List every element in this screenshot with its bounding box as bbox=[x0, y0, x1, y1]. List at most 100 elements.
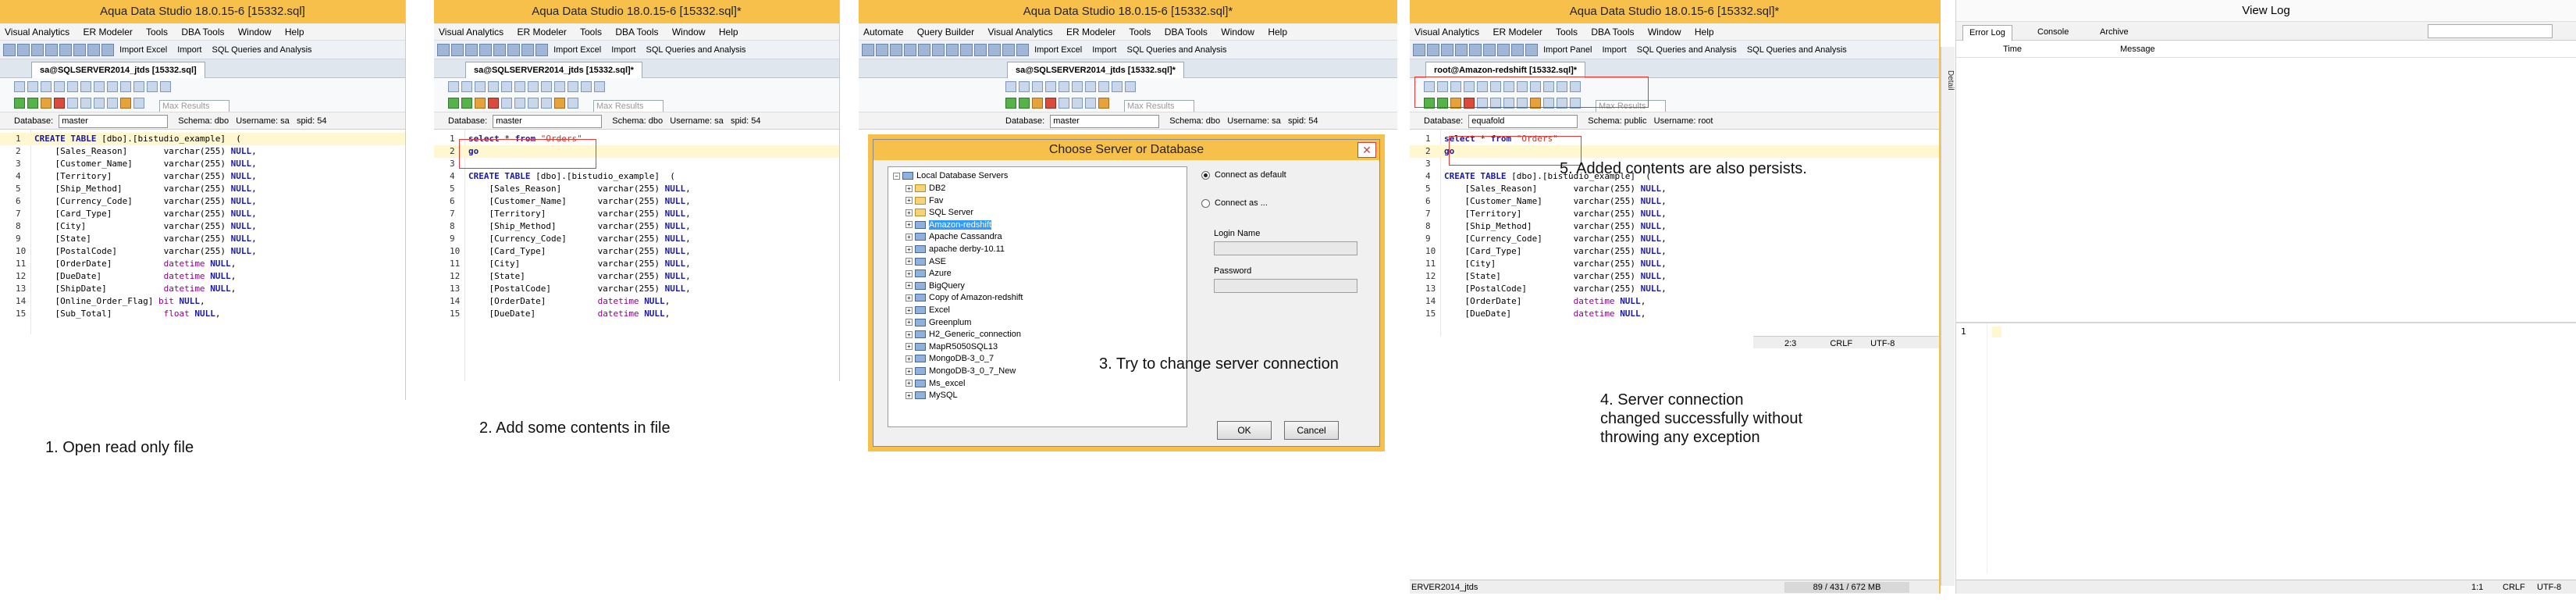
import-button[interactable]: Import bbox=[1092, 41, 1116, 59]
menu-window[interactable]: Window bbox=[672, 27, 706, 37]
toolbar-icon[interactable] bbox=[14, 81, 25, 92]
toolbar-icon[interactable] bbox=[594, 81, 605, 92]
toolbar-icon[interactable] bbox=[554, 98, 565, 109]
expand-icon[interactable]: + bbox=[906, 184, 913, 192]
toolbar-icon[interactable] bbox=[1413, 44, 1425, 56]
toolbar-icon[interactable] bbox=[1005, 81, 1016, 92]
tree-item-server[interactable]: + DB2 bbox=[906, 183, 945, 194]
expand-icon[interactable]: + bbox=[906, 367, 913, 375]
toolbar-icon[interactable] bbox=[554, 81, 565, 92]
code-line[interactable]: [Territory] varchar(255) NULL, bbox=[34, 170, 405, 183]
toolbar-icon[interactable] bbox=[1511, 44, 1524, 56]
toolbar-icon[interactable] bbox=[1098, 98, 1109, 109]
max-results-input[interactable]: Max Results bbox=[159, 99, 229, 112]
menu-help[interactable]: Help bbox=[1695, 27, 1714, 37]
code-line[interactable]: [Sales_Reason] varchar(255) NULL, bbox=[468, 183, 839, 195]
menu-visual-analytics[interactable]: Visual Analytics bbox=[987, 27, 1052, 37]
toolbar-icon[interactable] bbox=[437, 44, 450, 56]
toolbar-icon[interactable] bbox=[45, 44, 58, 56]
toolbar-icon[interactable] bbox=[488, 81, 499, 92]
toolbar-icon[interactable] bbox=[1483, 44, 1496, 56]
code-line[interactable]: [Territory] varchar(255) NULL, bbox=[468, 208, 839, 220]
toolbar-icon[interactable] bbox=[465, 44, 478, 56]
expand-icon[interactable]: + bbox=[906, 343, 913, 351]
max-results-input[interactable]: Max Results bbox=[593, 99, 664, 112]
toolbar-icon[interactable] bbox=[1441, 44, 1453, 56]
toolbar-icon[interactable] bbox=[1098, 81, 1109, 92]
menu-automate[interactable]: Automate bbox=[863, 27, 903, 37]
execute-icon[interactable] bbox=[14, 98, 25, 109]
tree-item-server[interactable]: + MySQL bbox=[906, 390, 958, 401]
toolbar-icon[interactable] bbox=[73, 44, 86, 56]
code-line[interactable]: [Currency_Code] varchar(255) NULL, bbox=[34, 195, 405, 208]
code-line[interactable]: [Online_Order_Flag] bit NULL, bbox=[34, 295, 405, 308]
tree-item-server[interactable]: + Ms_excel bbox=[906, 378, 965, 389]
toolbar-icon[interactable] bbox=[514, 98, 525, 109]
code-line[interactable]: [ShipDate] datetime NULL, bbox=[34, 283, 405, 295]
import-excel-button[interactable]: Import Excel bbox=[119, 41, 167, 59]
code-line[interactable]: [City] varchar(255) NULL, bbox=[1444, 258, 1939, 270]
toolbar-icon[interactable] bbox=[521, 44, 534, 56]
toolbar-icon[interactable] bbox=[1427, 44, 1439, 56]
toolbar-icon[interactable] bbox=[461, 81, 472, 92]
toolbar-icon[interactable] bbox=[1112, 81, 1123, 92]
toolbar-icon[interactable] bbox=[451, 44, 464, 56]
menu-tools[interactable]: Tools bbox=[580, 27, 602, 37]
code-line[interactable]: [Territory] varchar(255) NULL, bbox=[1444, 208, 1939, 220]
tree-item-server[interactable]: + MongoDB-3_0_7_New bbox=[906, 366, 1016, 376]
sql-queries-analysis-button[interactable]: SQL Queries and Analysis bbox=[1637, 41, 1737, 59]
toolbar-icon[interactable] bbox=[3, 44, 16, 56]
menu-tools[interactable]: Tools bbox=[1556, 27, 1578, 37]
tree-item-server[interactable]: + apache derby-10.11 bbox=[906, 244, 1005, 255]
tree-item-server[interactable]: + H2_Generic_connection bbox=[906, 329, 1021, 340]
code-line[interactable]: [Card_Type] varchar(255) NULL, bbox=[34, 208, 405, 220]
menu-dba-tools[interactable]: DBA Tools bbox=[1591, 27, 1634, 37]
toolbar-icon[interactable] bbox=[67, 98, 78, 109]
toolbar-icon[interactable] bbox=[80, 98, 91, 109]
code-line[interactable]: [State] varchar(255) NULL, bbox=[468, 270, 839, 283]
code-line[interactable]: [State] varchar(255) NULL, bbox=[34, 233, 405, 245]
code-line[interactable]: [OrderDate] datetime NULL, bbox=[1444, 295, 1939, 308]
toolbar-icon[interactable] bbox=[107, 81, 118, 92]
menu-dba-tools[interactable]: DBA Tools bbox=[181, 27, 224, 37]
column-time[interactable]: Time bbox=[2003, 41, 2022, 58]
toolbar-icon[interactable] bbox=[1016, 44, 1029, 56]
sql-queries-analysis-button[interactable]: SQL Queries and Analysis bbox=[1127, 41, 1227, 59]
execute-icon[interactable] bbox=[1019, 98, 1030, 109]
menu-er-modeler[interactable]: ER Modeler bbox=[518, 27, 567, 37]
menu-window[interactable]: Window bbox=[238, 27, 272, 37]
code-line[interactable]: [Card_Type] varchar(255) NULL, bbox=[468, 245, 839, 258]
toolbar-icon[interactable] bbox=[876, 44, 888, 56]
menu-er-modeler[interactable]: ER Modeler bbox=[84, 27, 133, 37]
cancel-button[interactable]: Cancel bbox=[1284, 421, 1339, 440]
menu-visual-analytics[interactable]: Visual Analytics bbox=[1414, 27, 1479, 37]
code-line[interactable]: [Customer_Name] varchar(255) NULL, bbox=[34, 158, 405, 170]
import-button[interactable]: Import bbox=[611, 41, 635, 59]
menu-tools[interactable]: Tools bbox=[1129, 27, 1151, 37]
toolbar-icon[interactable] bbox=[1085, 98, 1096, 109]
code-line[interactable]: [OrderDate] datetime NULL, bbox=[468, 295, 839, 308]
toolbar-icon[interactable] bbox=[862, 44, 874, 56]
code-line[interactable]: [PostalCode] varchar(255) NULL, bbox=[1444, 283, 1939, 295]
tree-item-server[interactable]: + MongoDB-3_0_7 bbox=[906, 353, 994, 364]
toolbar-icon[interactable] bbox=[535, 44, 548, 56]
login-name-input[interactable] bbox=[1214, 241, 1357, 255]
tree-item-server[interactable]: + Apache Cassandra bbox=[906, 231, 1002, 242]
expand-icon[interactable]: + bbox=[906, 282, 913, 290]
log-search-input[interactable] bbox=[2428, 24, 2553, 38]
tab-root-redshift[interactable]: root@Amazon-redshift [15332.sql]* bbox=[1425, 62, 1586, 78]
expand-icon[interactable]: + bbox=[906, 233, 913, 241]
code-line[interactable]: [Ship_Method] varchar(255) NULL, bbox=[1444, 220, 1939, 233]
toolbar-icon[interactable] bbox=[541, 81, 552, 92]
toolbar-icon[interactable] bbox=[1125, 81, 1136, 92]
menu-help[interactable]: Help bbox=[1268, 27, 1287, 37]
tab-error-log[interactable]: Error Log bbox=[1962, 25, 2012, 41]
tab-console[interactable]: Console bbox=[2031, 25, 2075, 41]
execute-icon[interactable] bbox=[448, 98, 459, 109]
toolbar-icon[interactable] bbox=[1525, 44, 1538, 56]
toolbar-icon[interactable] bbox=[1072, 81, 1083, 92]
column-message[interactable]: Message bbox=[2120, 41, 2155, 58]
expand-icon[interactable]: + bbox=[906, 330, 913, 338]
tree-item-server[interactable]: + Greenplum bbox=[906, 317, 971, 328]
radio-icon[interactable] bbox=[1201, 198, 1210, 208]
